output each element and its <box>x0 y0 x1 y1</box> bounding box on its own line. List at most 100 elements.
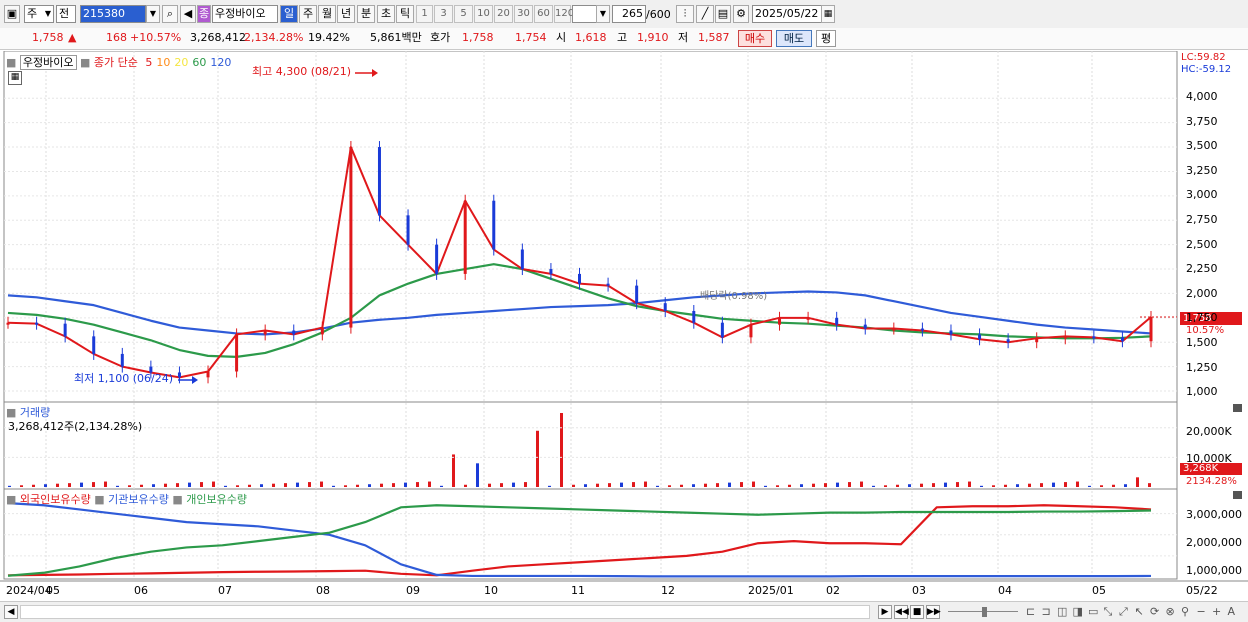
tool-icon-9[interactable]: ⊗ <box>1166 605 1175 618</box>
rewind-icon[interactable]: ◀◀ <box>894 605 909 619</box>
stock-code-input[interactable]: 215380 <box>80 5 146 23</box>
interval-dropdown-button[interactable]: ▼ <box>596 5 610 23</box>
holder-legend-individual: 개인보유수량 <box>186 493 248 506</box>
eval-button[interactable]: 평 <box>816 30 836 47</box>
period-tab-1[interactable]: 주 <box>299 5 317 23</box>
interval-tab-7[interactable]: 120 <box>554 5 574 23</box>
volume-bar-25 <box>308 482 311 487</box>
toolbar: ▣ 주 ▼ 전 215380 ▼ ⌕ ◀ 종 우정바이오 일주월년분초틱 1351… <box>0 0 1248 29</box>
period-tab-3[interactable]: 년 <box>337 5 355 23</box>
scroll-right-icon[interactable]: ▶ <box>878 605 892 619</box>
type-select[interactable]: 주 ▼ <box>24 5 54 23</box>
high-label: 고 <box>617 31 628 44</box>
chart-area[interactable]: ■ 우정바이오 ■ 종가 단순 5 10 20 60 120 ▦ LC:59.82 HC… <box>0 50 1248 601</box>
sell-button[interactable]: 매도 <box>776 30 812 47</box>
forward-icon[interactable]: ▶▶ <box>926 605 941 619</box>
prefix-select[interactable]: 전 <box>56 5 76 23</box>
volume-bar-1 <box>20 485 23 487</box>
stop-icon[interactable]: ■ <box>910 605 924 619</box>
date-input[interactable]: 2025/05/22 <box>752 5 822 23</box>
volume-bar-21 <box>260 484 263 487</box>
candle-body-8 <box>235 334 239 372</box>
x-axis-right: 05/22 <box>1186 584 1218 597</box>
volume-bar-15 <box>188 482 191 487</box>
tool-icon-0[interactable]: ⊏ <box>1026 605 1035 618</box>
table-icon[interactable]: ▦ <box>8 71 22 85</box>
tool-icon-4[interactable]: ▭ <box>1088 605 1098 618</box>
interval-tab-6[interactable]: 60 <box>534 5 553 23</box>
period-tab-4[interactable]: 분 <box>357 5 375 23</box>
volume-bar-71 <box>860 481 863 487</box>
save-icon[interactable]: ▤ <box>715 5 731 23</box>
search-icon[interactable]: ⌕ <box>162 5 178 23</box>
panel-close-icon[interactable] <box>1233 404 1242 412</box>
tool-icon-8[interactable]: ⟳ <box>1150 605 1159 618</box>
period-tab-2[interactable]: 월 <box>318 5 336 23</box>
low-value: 1,587 <box>698 31 730 44</box>
candle-body-15 <box>435 244 439 274</box>
tool-icon-12[interactable]: + <box>1212 605 1221 618</box>
interval-tab-3[interactable]: 10 <box>474 5 493 23</box>
panel-close-icon[interactable] <box>1233 491 1242 499</box>
chart-svg[interactable] <box>0 50 1248 601</box>
volume-bar-11 <box>140 484 143 487</box>
scroll-track[interactable] <box>20 605 870 619</box>
candle-body-21 <box>606 283 610 286</box>
legend-square-icon: ■ <box>80 56 91 69</box>
high-value: 1,910 <box>637 31 669 44</box>
period-tab-5[interactable]: 초 <box>377 5 395 23</box>
interval-tab-1[interactable]: 3 <box>434 5 453 23</box>
price-y-label-3: 3,250 <box>1186 163 1218 177</box>
scroll-left-icon[interactable]: ◀ <box>4 605 18 619</box>
holder-y-label-2: 1,000,000 <box>1186 564 1242 577</box>
speaker-icon[interactable]: ◀ <box>180 5 196 23</box>
tool-icon-13[interactable]: A <box>1228 605 1236 618</box>
bid-price: 1,754 <box>515 31 547 44</box>
open-label: 시 <box>556 31 567 44</box>
interval-tab-2[interactable]: 5 <box>454 5 473 23</box>
bottom-scrollbar[interactable]: ◀ ▶ ◀◀ ■ ▶▶ ⊏ ⊐ ◫ ◨ ▭ ⤡ ⤢ ↖ ⟳ ⊗ ⚲ − + A <box>0 601 1248 622</box>
interval-tab-0[interactable]: 1 <box>416 5 433 23</box>
volume-bar-49 <box>596 483 599 487</box>
volume-bar-82 <box>992 485 995 487</box>
tool-icon-7[interactable]: ↖ <box>1135 605 1144 618</box>
candle-body-37 <box>1063 336 1067 339</box>
calendar-icon[interactable]: ▦ <box>821 5 835 23</box>
x-axis-label-4: 08 <box>316 584 330 597</box>
gear-icon[interactable]: ⚙ <box>733 5 749 23</box>
ma-legend-1: 10 <box>156 56 171 69</box>
volume-value: 3,268,412 <box>190 31 246 44</box>
candle-icon[interactable]: ⫶ <box>676 5 694 23</box>
prefix-select-value: 전 <box>59 7 70 20</box>
buy-button[interactable]: 매수 <box>738 30 772 47</box>
volume-bar-38 <box>464 484 467 487</box>
tool-icon-2[interactable]: ◫ <box>1057 605 1067 618</box>
tool-icon-5[interactable]: ⤡ <box>1104 605 1113 619</box>
stock-dropdown-button[interactable]: ▼ <box>146 5 160 23</box>
volume-bar-36 <box>440 485 443 487</box>
up-arrow-icon: ▲ <box>68 31 77 44</box>
volume-bar-81 <box>980 485 983 487</box>
tool-icon-11[interactable]: − <box>1197 605 1206 618</box>
volume-bar-73 <box>884 485 887 487</box>
count-input[interactable]: 265 <box>612 5 646 23</box>
volume-bar-17 <box>212 481 215 487</box>
draw-tool-icon[interactable]: ╱ <box>696 5 714 23</box>
volume-bar-78 <box>944 482 947 487</box>
volume-bar-47 <box>572 484 575 487</box>
period-tab-0[interactable]: 일 <box>280 5 298 23</box>
tool-icon-3[interactable]: ◨ <box>1073 605 1083 618</box>
interval-tab-5[interactable]: 30 <box>514 5 533 23</box>
interval-tab-4[interactable]: 20 <box>494 5 513 23</box>
zoom-slider-handle[interactable] <box>982 607 987 617</box>
stock-badge: 종 <box>197 5 211 23</box>
x-axis-label-1: 05 <box>46 584 60 597</box>
holder-line-1 <box>7 502 1152 578</box>
count-max: /600 <box>646 8 671 21</box>
volume-bar-46 <box>560 413 563 487</box>
tool-icon-1[interactable]: ⊐ <box>1042 605 1051 618</box>
tool-icon-6[interactable]: ⤢ <box>1119 605 1128 619</box>
tool-icon-10[interactable]: ⚲ <box>1181 605 1189 618</box>
layout-icon[interactable]: ▣ <box>4 5 20 23</box>
period-tab-6[interactable]: 틱 <box>396 5 414 23</box>
